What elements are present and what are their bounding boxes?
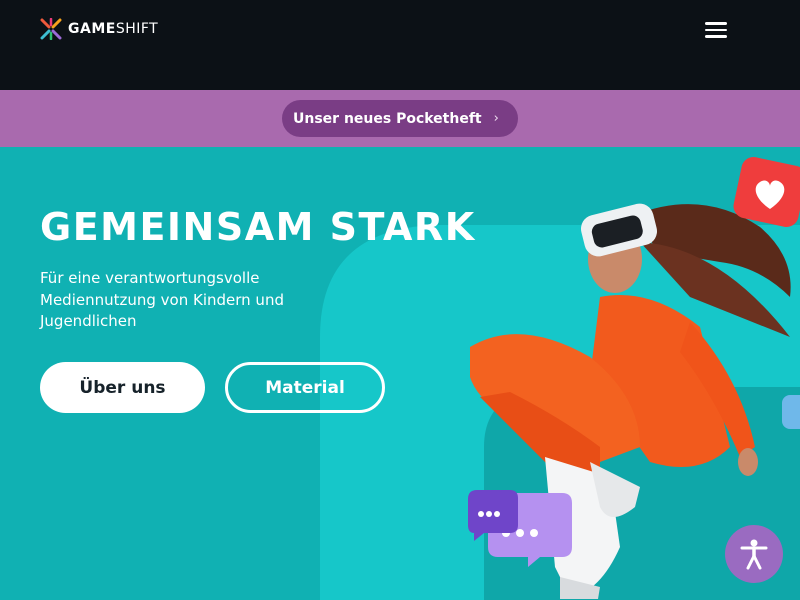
gameshift-logo[interactable]: GAMESHIFT [40, 18, 158, 40]
menu-line [705, 35, 727, 38]
pocketheft-label: Unser neues Pocketheft [293, 110, 482, 127]
about-us-button[interactable]: Über uns [40, 362, 205, 413]
announcement-banner: Unser neues Pocketheft › [0, 90, 800, 147]
logo-wordmark: GAMESHIFT [68, 21, 159, 37]
menu-line [705, 28, 727, 32]
hamburger-menu-icon[interactable] [700, 14, 732, 46]
accessibility-person-icon [740, 539, 768, 570]
hero-title: Gemeinsam stark [40, 205, 476, 249]
site-header: GAMESHIFT [0, 0, 800, 90]
material-button[interactable]: Material [225, 362, 385, 413]
accessibility-button[interactable] [725, 525, 783, 583]
hero-subtitle: Für eine verantwortungsvolle Mediennutzu… [40, 269, 284, 330]
decoration-chip [782, 395, 800, 429]
pocketheft-link[interactable]: Unser neues Pocketheft › [282, 100, 518, 137]
hero-section: Gemeinsam stark Für eine verantwortungsv… [0, 147, 800, 600]
gameshift-logo-icon [40, 18, 62, 40]
chevron-right-icon: › [493, 111, 499, 126]
menu-line [705, 22, 727, 25]
